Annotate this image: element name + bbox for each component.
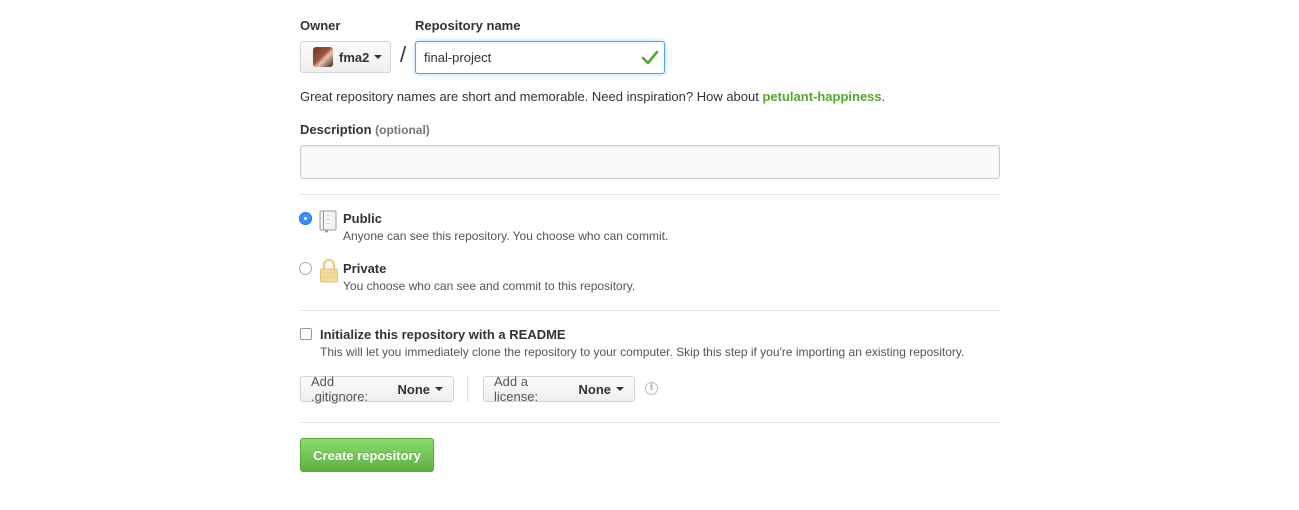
description-label-text: Description [300, 122, 372, 137]
repo-name-label: Repository name [415, 18, 521, 33]
repo-name-input[interactable] [415, 41, 665, 74]
gitignore-value: None [397, 381, 431, 397]
license-label: Add a license: [494, 374, 539, 404]
info-icon[interactable]: i [645, 382, 658, 395]
public-radio[interactable] [299, 212, 312, 225]
description-input[interactable] [300, 145, 1000, 179]
gitignore-select-button[interactable]: Add .gitignore: None [300, 374, 454, 404]
avatar [313, 47, 333, 67]
owner-select-button[interactable]: fma2 [300, 41, 391, 73]
private-option-desc: You choose who can see and commit to thi… [343, 279, 636, 293]
repo-icon [319, 210, 337, 233]
private-option-title: Private [343, 261, 387, 276]
vertical-divider [467, 376, 468, 402]
name-suggestion-link[interactable]: petulant-happiness [762, 89, 881, 104]
caret-down-icon [435, 387, 443, 391]
readme-option-desc: This will let you immediately clone the … [320, 345, 965, 359]
license-value: None [578, 381, 612, 397]
description-label: Description (optional) [300, 122, 430, 137]
gitignore-label: Add .gitignore: [311, 374, 369, 404]
owner-repo-separator: / [400, 42, 407, 67]
hint-text: Great repository names are short and mem… [300, 89, 763, 104]
repo-name-hint: Great repository names are short and mem… [300, 89, 885, 104]
private-radio[interactable] [299, 262, 312, 275]
public-option-desc: Anyone can see this repository. You choo… [343, 229, 669, 243]
create-repository-button[interactable]: Create repository [300, 438, 434, 472]
divider [300, 310, 1000, 311]
check-icon [641, 50, 659, 65]
caret-down-icon [616, 387, 624, 391]
owner-label: Owner [300, 18, 341, 33]
caret-down-icon [374, 55, 383, 59]
readme-checkbox[interactable] [300, 328, 312, 340]
lock-icon [320, 258, 338, 283]
divider [300, 194, 1000, 195]
divider [300, 422, 1000, 423]
readme-option-title: Initialize this repository with a README [320, 327, 566, 342]
owner-username: fma2 [339, 49, 370, 65]
license-select-button[interactable]: Add a license: None [483, 374, 635, 404]
hint-end: . [881, 89, 886, 104]
optional-tag: (optional) [375, 123, 430, 137]
public-option-title: Public [343, 211, 383, 226]
